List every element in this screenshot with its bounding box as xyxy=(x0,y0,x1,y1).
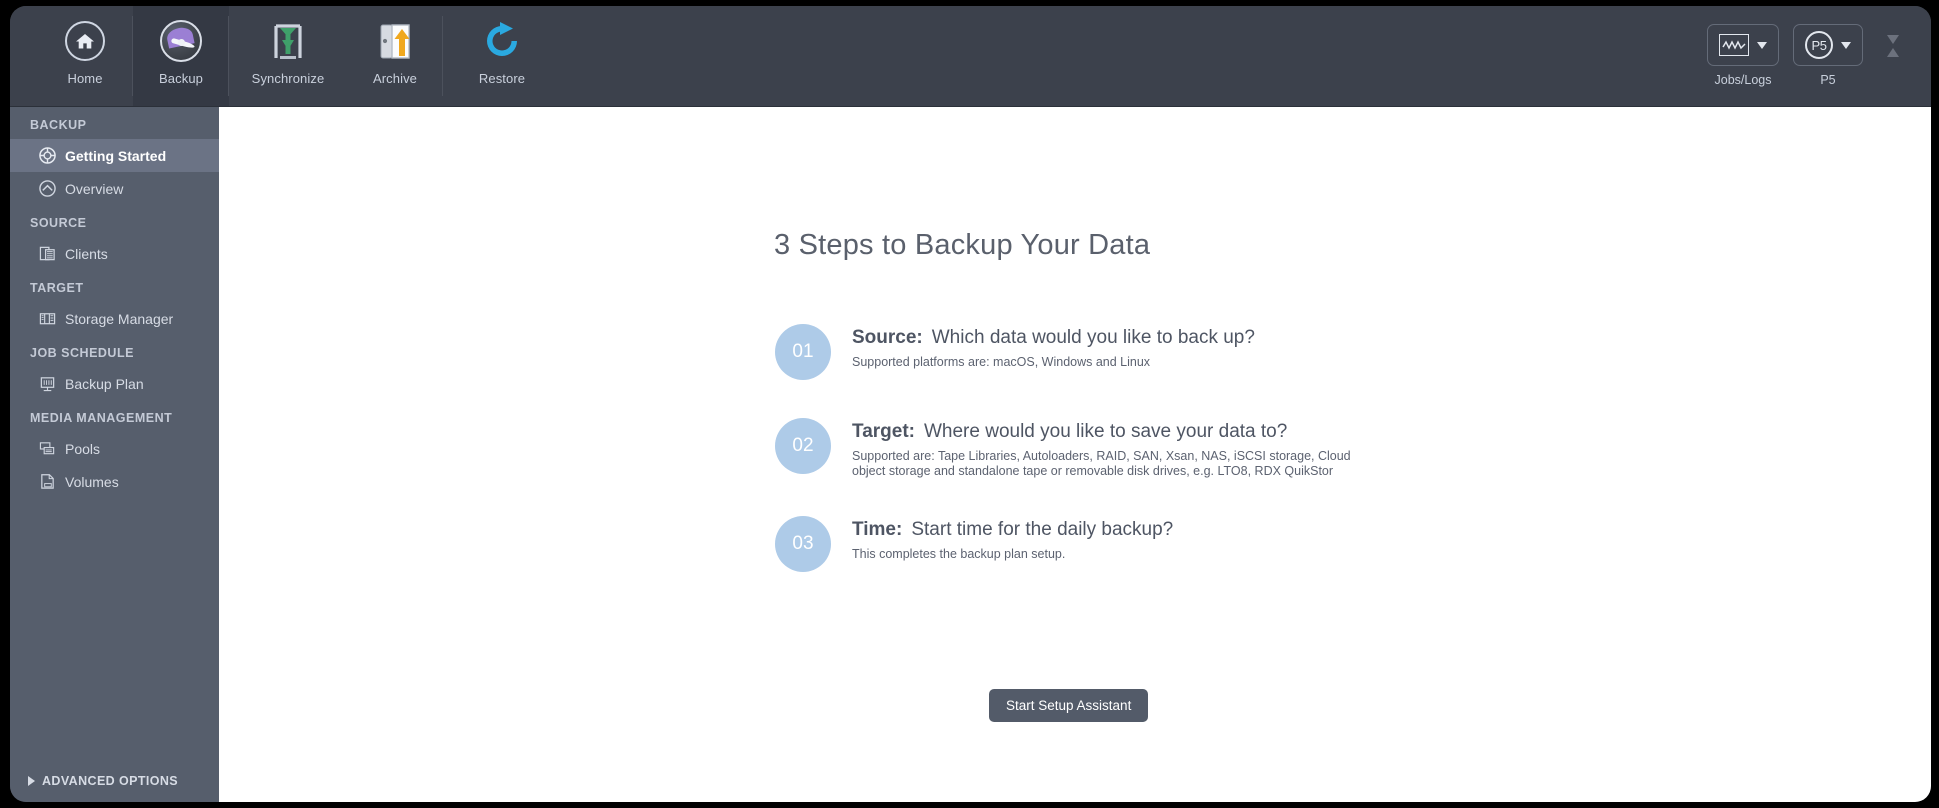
advanced-options-toggle[interactable]: ADVANCED OPTIONS xyxy=(10,760,219,802)
archive-glyph xyxy=(380,24,410,59)
hourglass-glyph xyxy=(1887,35,1899,57)
sidebar-item-label: Volumes xyxy=(65,473,119,490)
storage-icon xyxy=(38,310,57,328)
caret-right-icon xyxy=(28,776,35,786)
sidebar-item-backup-plan[interactable]: Backup Plan xyxy=(10,367,219,400)
step-heading: Time: Start time for the daily backup? xyxy=(852,519,1173,541)
tab-backup[interactable]: Backup xyxy=(133,6,229,106)
p5-button[interactable]: P5 xyxy=(1793,24,1863,66)
step-label: Target: xyxy=(852,421,915,442)
sidebar-item-pools[interactable]: Pools xyxy=(10,432,219,465)
step-heading: Target: Where would you like to save your… xyxy=(852,421,1382,443)
main-toolbar: Home Backup Synchronize Archive Restore … xyxy=(10,6,1931,107)
overview-icon xyxy=(38,180,57,198)
tab-home-label: Home xyxy=(67,71,103,86)
chevron-down-icon xyxy=(1841,41,1851,49)
hourglass-icon xyxy=(1883,28,1903,64)
sidebar-item-volumes[interactable]: Volumes xyxy=(10,465,219,498)
tab-home[interactable]: Home xyxy=(37,6,133,106)
sidebar-item-label: Pools xyxy=(65,440,101,457)
lifebuoy-glyph xyxy=(39,147,56,164)
plan-icon xyxy=(38,375,57,393)
tab-backup-label: Backup xyxy=(159,71,203,86)
tab-archive-label: Archive xyxy=(372,71,418,86)
step-number-badge: 02 xyxy=(775,418,831,474)
sidebar-group-job-schedule: JOB SCHEDULE xyxy=(30,346,134,360)
step-item: 02 Target: Where would you like to save y… xyxy=(775,416,1675,478)
main-content: 3 Steps to Backup Your Data 01 Source: Wh… xyxy=(219,107,1931,802)
steps-list: 01 Source: Which data would you like to b… xyxy=(775,322,1675,608)
chevron-down-icon xyxy=(1757,41,1767,49)
clients-glyph xyxy=(39,246,55,261)
sidebar-item-overview[interactable]: Overview xyxy=(10,172,219,205)
step-question: Where would you like to save your data t… xyxy=(923,421,1288,442)
sidebar-item-label: Getting Started xyxy=(65,147,167,164)
step-body: Time: Start time for the daily backup? Th… xyxy=(852,514,1173,562)
sidebar-item-label: Storage Manager xyxy=(65,310,174,327)
tab-synchronize-label: Synchronize xyxy=(251,71,325,86)
sidebar-group-backup: BACKUP xyxy=(30,118,87,132)
sidebar: BACKUP Getting Started Overview SOURCE C… xyxy=(10,107,219,802)
p5-label: P5 xyxy=(1820,73,1836,87)
tab-restore-label: Restore xyxy=(478,71,526,86)
jobs-logs-button[interactable] xyxy=(1707,24,1779,66)
gauge-icon xyxy=(158,18,204,64)
synchronize-icon xyxy=(265,18,311,64)
volumes-icon xyxy=(38,473,57,491)
wave-chart-icon xyxy=(1719,34,1749,56)
tab-restore[interactable]: Restore xyxy=(443,6,561,106)
step-item: 01 Source: Which data would you like to b… xyxy=(775,322,1675,380)
sidebar-item-clients[interactable]: Clients xyxy=(10,237,219,270)
step-body: Target: Where would you like to save your… xyxy=(852,416,1382,478)
toolbar-tabs: Home Backup Synchronize Archive Restore xyxy=(37,6,561,107)
sidebar-group-target: TARGET xyxy=(30,281,84,295)
plan-glyph xyxy=(40,377,55,392)
restore-icon xyxy=(479,18,525,64)
sidebar-item-storage-manager[interactable]: Storage Manager xyxy=(10,302,219,335)
step-number-badge: 03 xyxy=(775,516,831,572)
jobs-logs-control: Jobs/Logs xyxy=(1707,24,1779,87)
step-body: Source: Which data would you like to back… xyxy=(852,322,1255,370)
storage-glyph xyxy=(39,313,56,325)
toolbar-right-group: Jobs/Logs P5 P5 xyxy=(1707,6,1903,107)
synchronize-glyph xyxy=(274,24,302,59)
sidebar-item-label: Backup Plan xyxy=(65,375,144,392)
p5-control: P5 P5 xyxy=(1793,24,1863,87)
sidebar-item-label: Clients xyxy=(65,245,108,262)
pools-glyph xyxy=(39,442,55,455)
sidebar-group-source: SOURCE xyxy=(30,216,87,230)
page-title: 3 Steps to Backup Your Data xyxy=(774,229,1151,261)
start-setup-assistant-button[interactable]: Start Setup Assistant xyxy=(989,689,1149,722)
lifebuoy-icon xyxy=(38,147,57,165)
application-window: Home Backup Synchronize Archive Restore … xyxy=(10,6,1931,802)
sidebar-item-label: Overview xyxy=(65,180,124,197)
sidebar-item-getting-started[interactable]: Getting Started xyxy=(10,139,219,172)
home-glyph xyxy=(76,34,94,49)
step-description: Supported are: Tape Libraries, Autoloade… xyxy=(852,449,1351,478)
tab-archive[interactable]: Archive xyxy=(347,6,443,106)
step-description: Supported platforms are: macOS, Windows … xyxy=(852,355,1151,369)
step-heading: Source: Which data would you like to back… xyxy=(852,327,1255,349)
step-label: Time: xyxy=(852,519,903,540)
step-question: Start time for the daily backup? xyxy=(911,519,1174,540)
step-number-badge: 01 xyxy=(775,324,831,380)
volumes-glyph xyxy=(41,474,54,489)
tab-synchronize[interactable]: Synchronize xyxy=(229,6,347,106)
sidebar-group-media-management: MEDIA MANAGEMENT xyxy=(30,411,173,425)
cta-container: Start Setup Assistant xyxy=(989,689,1149,722)
home-icon xyxy=(62,18,108,64)
wave-glyph xyxy=(1722,40,1746,50)
clients-icon xyxy=(38,245,57,263)
step-description: This completes the backup plan setup. xyxy=(852,547,1066,561)
archive-icon xyxy=(372,18,418,64)
jobs-logs-label: Jobs/Logs xyxy=(1714,73,1772,87)
p5-logo-icon: P5 xyxy=(1805,31,1833,59)
step-item: 03 Time: Start time for the daily backup?… xyxy=(775,514,1675,572)
overview-glyph xyxy=(39,180,56,197)
advanced-options-label: ADVANCED OPTIONS xyxy=(42,774,179,788)
step-label: Source: xyxy=(852,327,923,348)
step-question: Which data would you like to back up? xyxy=(931,327,1255,348)
pools-icon xyxy=(38,440,57,458)
restore-glyph xyxy=(487,22,517,56)
